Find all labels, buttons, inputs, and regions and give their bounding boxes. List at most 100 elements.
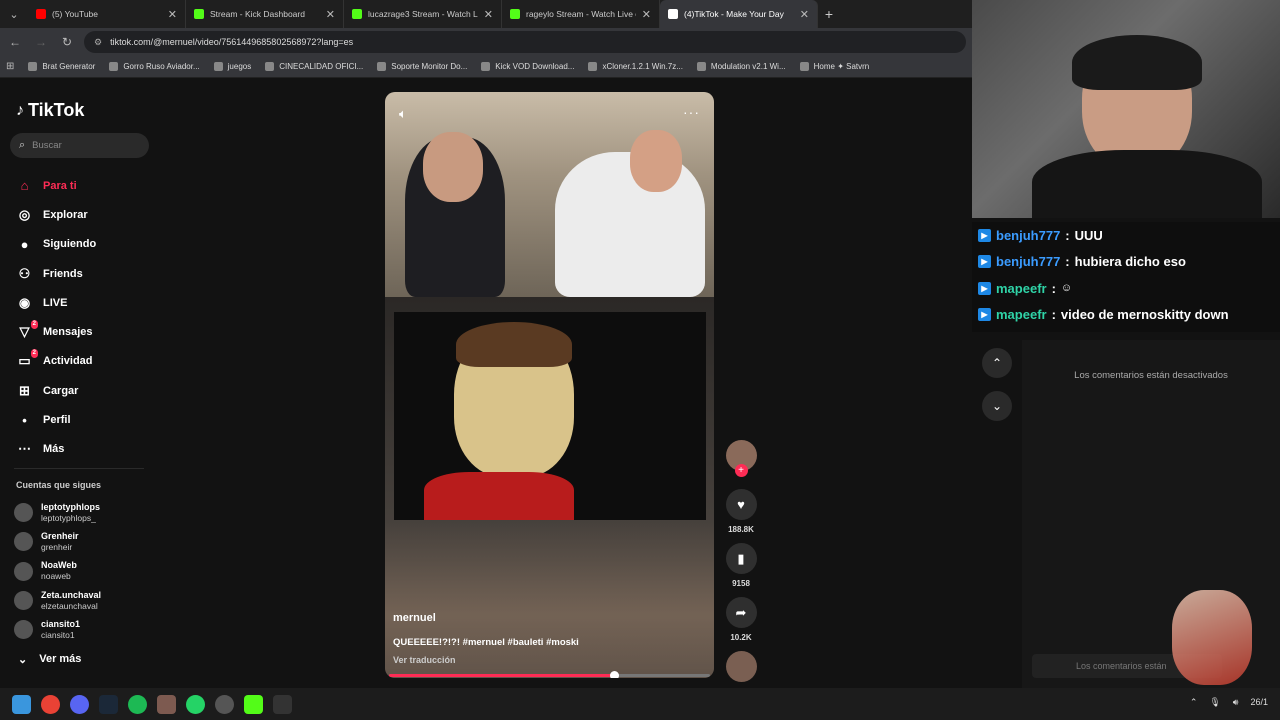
like-action[interactable]: ♥ 188.8K (723, 489, 759, 534)
following-account[interactable]: Grenheir grenheir (14, 527, 101, 556)
whatsapp-icon[interactable] (186, 694, 205, 714)
following-account[interactable]: leptotyphlops leptotyphlops_ (14, 498, 101, 527)
home-icon: ⌂ (20, 178, 29, 194)
bookmark-item[interactable]: Modulation v2.1 Wi... (696, 62, 786, 71)
apps-icon[interactable]: ⊞ (6, 61, 14, 72)
chat-user: mapeefr (996, 307, 1047, 323)
nav-item[interactable]: • Perfil (16, 405, 96, 434)
sound-disc-action[interactable] (723, 651, 759, 682)
profile-icon: • (22, 412, 27, 428)
epic-games-icon[interactable] (273, 694, 292, 714)
video-progress-bar[interactable] (389, 671, 710, 678)
bookmark-item[interactable]: Soporte Monitor Do... (377, 62, 467, 71)
windows-start-icon[interactable] (12, 694, 31, 714)
chrome-icon[interactable] (41, 694, 60, 714)
tab-close-icon[interactable]: ✕ (642, 8, 651, 21)
translate-link[interactable]: Ver traducción (393, 655, 456, 665)
nav-item[interactable]: ▽ 2 Mensajes (16, 317, 96, 346)
sound-disc-icon[interactable] (725, 651, 757, 682)
nav-item[interactable]: ▭ 2 Actividad (16, 347, 96, 376)
microphone-icon[interactable]: 🎙︎ (1209, 697, 1220, 708)
bookmark-item[interactable]: juegos (213, 62, 252, 71)
chat-text: UUU (1074, 227, 1103, 243)
nav-item[interactable]: ⋯ Más (16, 435, 96, 464)
tab-close-icon[interactable]: ✕ (168, 8, 177, 21)
kick-icon[interactable] (244, 694, 263, 714)
following-account[interactable]: Zeta.unchaval elzetaunchaval (14, 586, 101, 615)
volume-icon[interactable]: 🔈︎ (399, 106, 407, 122)
bookmark-item[interactable]: xCloner.1.2.1 Win.7z... (588, 62, 683, 71)
bookmark-favicon-icon (28, 62, 38, 71)
tab-close-icon[interactable]: ✕ (326, 8, 335, 21)
video-more-icon[interactable]: ··· (683, 104, 700, 120)
person-right-face (630, 130, 682, 192)
following-account[interactable]: ciansito1 ciansito1 (14, 615, 101, 644)
browser-tab[interactable]: (5) YouTube ✕ (28, 0, 186, 28)
tab-search-icon[interactable]: ⌄ (0, 0, 28, 28)
browser-tab[interactable]: lucazrage3 Stream - Watch Live ✕ (344, 0, 502, 28)
chevron-down-icon: ⌄ (991, 399, 1003, 413)
main-nav: ⌂ Para ti ◎ Explorar ● Siguiendo ⚇ Friends ◉ LIVE… (16, 171, 96, 464)
bookmark-label: Soporte Monitor Do... (391, 62, 468, 71)
bookmark-item[interactable]: CINECALIDAD OFICI... (265, 62, 363, 71)
following-account[interactable]: NoaWeb noaweb (14, 557, 101, 586)
nav-item[interactable]: ⚇ Friends (16, 259, 96, 288)
tray-arrow-icon[interactable]: ⌃ (1190, 697, 1198, 708)
browser-tab[interactable]: Stream - Kick Dashboard ✕ (186, 0, 344, 28)
next-video-button[interactable]: ⌄ (982, 391, 1012, 421)
nav-item[interactable]: ⌂ Para ti (16, 171, 96, 200)
url-field[interactable]: ⚙ tiktok.com/@mernuel/video/756144968580… (84, 31, 966, 53)
back-icon[interactable]: ← (6, 35, 24, 49)
heart-icon[interactable]: ♥ (725, 489, 757, 520)
nav-item[interactable]: ◉ LIVE (16, 288, 96, 317)
discord-icon[interactable] (70, 694, 89, 714)
browser-tab[interactable]: rageylo Stream - Watch Live on ✕ (502, 0, 660, 28)
nav-item[interactable]: ● Siguiendo (16, 230, 97, 259)
site-info-icon[interactable]: ⚙ (94, 37, 102, 48)
bookmark-item[interactable]: Home ✦ Satvrn (799, 62, 869, 71)
account-username: noaweb (41, 571, 71, 582)
creator-avatar[interactable]: + (725, 440, 757, 477)
nav-item[interactable]: ◎ Explorar (16, 200, 96, 229)
save-action[interactable]: ▮ 9158 (723, 543, 759, 588)
tab-close-icon[interactable]: ✕ (484, 8, 493, 21)
tab-label: Stream - Kick Dashboard (210, 9, 305, 19)
new-tab-button[interactable]: + (818, 6, 840, 22)
search-input[interactable]: ⌕ Buscar (10, 133, 149, 158)
steam-icon[interactable] (99, 694, 118, 714)
tab-close-icon[interactable]: ✕ (800, 8, 809, 21)
speaker-icon[interactable]: 🔊︎ (1233, 697, 1239, 708)
bookmark-item[interactable]: Brat Generator (28, 62, 95, 71)
bookmark-label: Gorro Ruso Aviador... (123, 62, 200, 71)
app-icon[interactable] (157, 694, 176, 714)
bookmark-label: juegos (227, 62, 252, 71)
progress-knob[interactable] (609, 671, 619, 678)
person-left-face (423, 132, 483, 202)
search-icon: ⌕ (19, 139, 26, 151)
share-icon[interactable]: ➦ (725, 597, 757, 628)
chat-badge-icon: ▶ (978, 255, 991, 269)
nav-label: Mensajes (43, 326, 93, 339)
browser-tab[interactable]: (4)TikTok - Make Your Day ✕ (660, 0, 818, 28)
bookmark-label: CINECALIDAD OFICI... (279, 62, 364, 71)
previous-video-button[interactable]: ⌃ (982, 348, 1012, 378)
share-action[interactable]: ➦ 10.2K (723, 597, 759, 642)
bookmark-icon[interactable]: ▮ (725, 543, 757, 574)
bookmark-item[interactable]: Gorro Ruso Aviador... (109, 62, 200, 71)
more-icon: ⋯ (18, 441, 31, 457)
obs-icon[interactable] (215, 694, 234, 714)
forward-icon[interactable]: → (32, 35, 50, 49)
see-more-button[interactable]: ⌄ Ver más (14, 644, 101, 674)
follow-plus-icon[interactable]: + (734, 464, 748, 477)
spotify-icon[interactable] (128, 694, 147, 714)
video-player[interactable]: 🔈︎ ··· mernuel QUEEEEE!?!?! #mernuel #ba… (385, 92, 714, 678)
bookmark-item[interactable]: Kick VOD Download... (481, 62, 574, 71)
creator-avatar-action[interactable]: + (723, 440, 759, 477)
reload-icon[interactable]: ↻ (58, 35, 76, 49)
bookmark-favicon-icon (799, 62, 809, 71)
taskbar-date[interactable]: 26/1 (1250, 697, 1268, 708)
nav-item[interactable]: ⊞ Cargar (16, 376, 96, 405)
tiktok-logo[interactable]: ♪ TikTok (16, 100, 84, 121)
tab-label: lucazrage3 Stream - Watch Live (368, 9, 478, 19)
video-author[interactable]: mernuel (393, 612, 436, 624)
